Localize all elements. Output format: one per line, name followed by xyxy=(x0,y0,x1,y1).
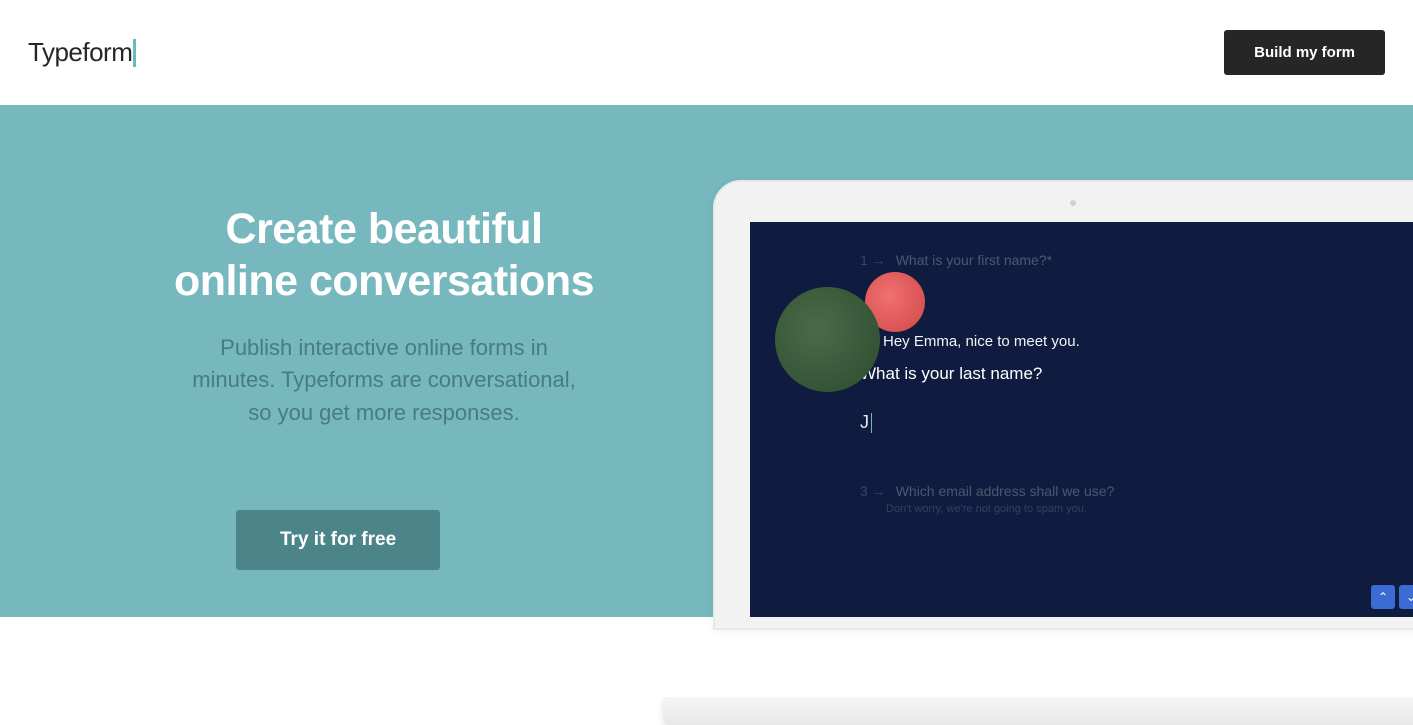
laptop-base xyxy=(663,697,1413,725)
question-text: Which email address shall we use? xyxy=(896,483,1115,499)
logo[interactable]: Typeform xyxy=(28,37,136,68)
greeting-text: Hey Emma, nice to meet you. xyxy=(883,333,1080,350)
build-form-button[interactable]: Build my form xyxy=(1224,30,1385,75)
chevron-down-icon: ⌄ xyxy=(1406,590,1413,604)
form-question-next: 3 → Which email address shall we use? Do… xyxy=(860,483,1321,515)
hero-subtitle: Publish interactive online forms in minu… xyxy=(148,332,620,430)
hero-title-line2: online conversations xyxy=(174,257,594,305)
laptop-frame: 1 → What is your first name?* → Hey Emma… xyxy=(713,180,1413,630)
laptop-screen: 1 → What is your first name?* → Hey Emma… xyxy=(750,222,1413,617)
question-number: 1 → xyxy=(860,252,886,268)
logo-text: Typeform xyxy=(28,37,132,68)
form-nav-buttons: ⌃ ⌄ xyxy=(1371,585,1413,609)
nav-down-button[interactable]: ⌄ xyxy=(1399,585,1413,609)
header: Typeform Build my form xyxy=(0,0,1413,105)
camera-icon xyxy=(1070,200,1076,206)
form-main-question: What is your last name? xyxy=(860,364,1321,384)
question-text: What is your first name?* xyxy=(896,252,1052,268)
circle-icon xyxy=(775,287,880,392)
question-hint: Don't worry, we're not going to spam you… xyxy=(886,503,1321,515)
form-preview-content: 1 → What is your first name?* → Hey Emma… xyxy=(750,222,1413,617)
chevron-up-icon: ⌃ xyxy=(1378,590,1388,604)
hero-section: Create beautiful online conversations Pu… xyxy=(0,105,1413,617)
laptop-mockup: 1 → What is your first name?* → Hey Emma… xyxy=(713,180,1413,690)
form-question-previous: 1 → What is your first name?* xyxy=(860,252,1321,268)
form-question-active: → Hey Emma, nice to meet you. What is yo… xyxy=(860,333,1321,433)
try-free-button[interactable]: Try it for free xyxy=(236,510,440,570)
hero-title: Create beautiful online conversations xyxy=(148,203,620,308)
text-cursor-icon xyxy=(871,413,872,433)
input-value: J xyxy=(860,412,869,433)
form-input[interactable]: J xyxy=(860,412,1321,433)
hero-content: Create beautiful online conversations Pu… xyxy=(0,203,620,570)
hero-title-line1: Create beautiful xyxy=(226,205,543,253)
question-number: 3 → xyxy=(860,483,886,499)
form-greeting: → Hey Emma, nice to meet you. xyxy=(860,333,1321,350)
logo-cursor-icon xyxy=(133,39,136,67)
nav-up-button[interactable]: ⌃ xyxy=(1371,585,1395,609)
